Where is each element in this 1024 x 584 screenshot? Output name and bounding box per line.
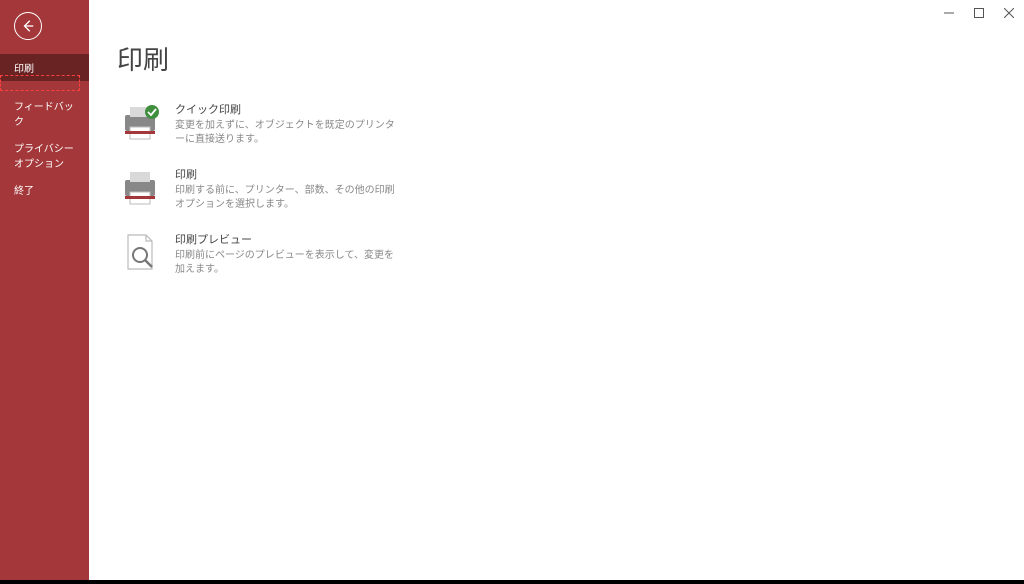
print-icon — [117, 166, 163, 208]
option-text: 印刷プレビュー 印刷前にページのプレビューを表示して、変更を加えます。 — [175, 231, 395, 276]
sidebar-item-feedback[interactable]: フィードバック — [0, 92, 89, 134]
maximize-button[interactable] — [964, 2, 994, 24]
option-print[interactable]: 印刷 印刷する前に、プリンター、部数、その他の印刷オプションを選択します。 — [117, 166, 996, 211]
option-desc: 変更を加えずに、オブジェクトを既定のプリンターに直接送ります。 — [175, 119, 395, 146]
option-title: クイック印刷 — [175, 101, 395, 117]
sidebar-item-print[interactable]: 印刷 — [0, 54, 89, 81]
sidebar-item-label: 印刷 — [14, 64, 34, 75]
option-text: クイック印刷 変更を加えずに、オブジェクトを既定のプリンターに直接送ります。 — [175, 101, 395, 146]
option-title: 印刷プレビュー — [175, 231, 395, 247]
close-button[interactable] — [994, 2, 1024, 24]
print-preview-icon — [117, 231, 163, 273]
minimize-icon — [944, 8, 954, 18]
sidebar-item-label: フィードバック — [14, 102, 74, 128]
minimize-button[interactable] — [934, 2, 964, 24]
sidebar-item-label: 終了 — [14, 186, 34, 197]
close-icon — [1004, 8, 1014, 18]
back-arrow-icon — [21, 19, 35, 33]
taskbar-strip — [0, 580, 1024, 584]
option-title: 印刷 — [175, 166, 395, 182]
quick-print-icon — [117, 101, 163, 143]
backstage-sidebar: 印刷 フィードバック プライバシー オプション 終了 — [0, 0, 89, 580]
sidebar-spacer — [0, 81, 89, 92]
sidebar-item-exit[interactable]: 終了 — [0, 176, 89, 203]
sidebar-item-privacy-options[interactable]: プライバシー オプション — [0, 134, 89, 176]
back-button[interactable] — [14, 12, 42, 40]
option-desc: 印刷する前に、プリンター、部数、その他の印刷オプションを選択します。 — [175, 184, 395, 211]
option-print-preview[interactable]: 印刷プレビュー 印刷前にページのプレビューを表示して、変更を加えます。 — [117, 231, 996, 276]
maximize-icon — [974, 8, 984, 18]
main-panel: 印刷 クイック印刷 変更を加えずに、オブジェクトを既定のプリンターに直接送ります… — [89, 0, 1024, 580]
option-quick-print[interactable]: クイック印刷 変更を加えずに、オブジェクトを既定のプリンターに直接送ります。 — [117, 101, 996, 146]
page-title: 印刷 — [117, 40, 996, 77]
sidebar-item-label: プライバシー オプション — [14, 144, 74, 170]
option-text: 印刷 印刷する前に、プリンター、部数、その他の印刷オプションを選択します。 — [175, 166, 395, 211]
window-titlebar — [934, 0, 1024, 30]
option-desc: 印刷前にページのプレビューを表示して、変更を加えます。 — [175, 249, 395, 276]
